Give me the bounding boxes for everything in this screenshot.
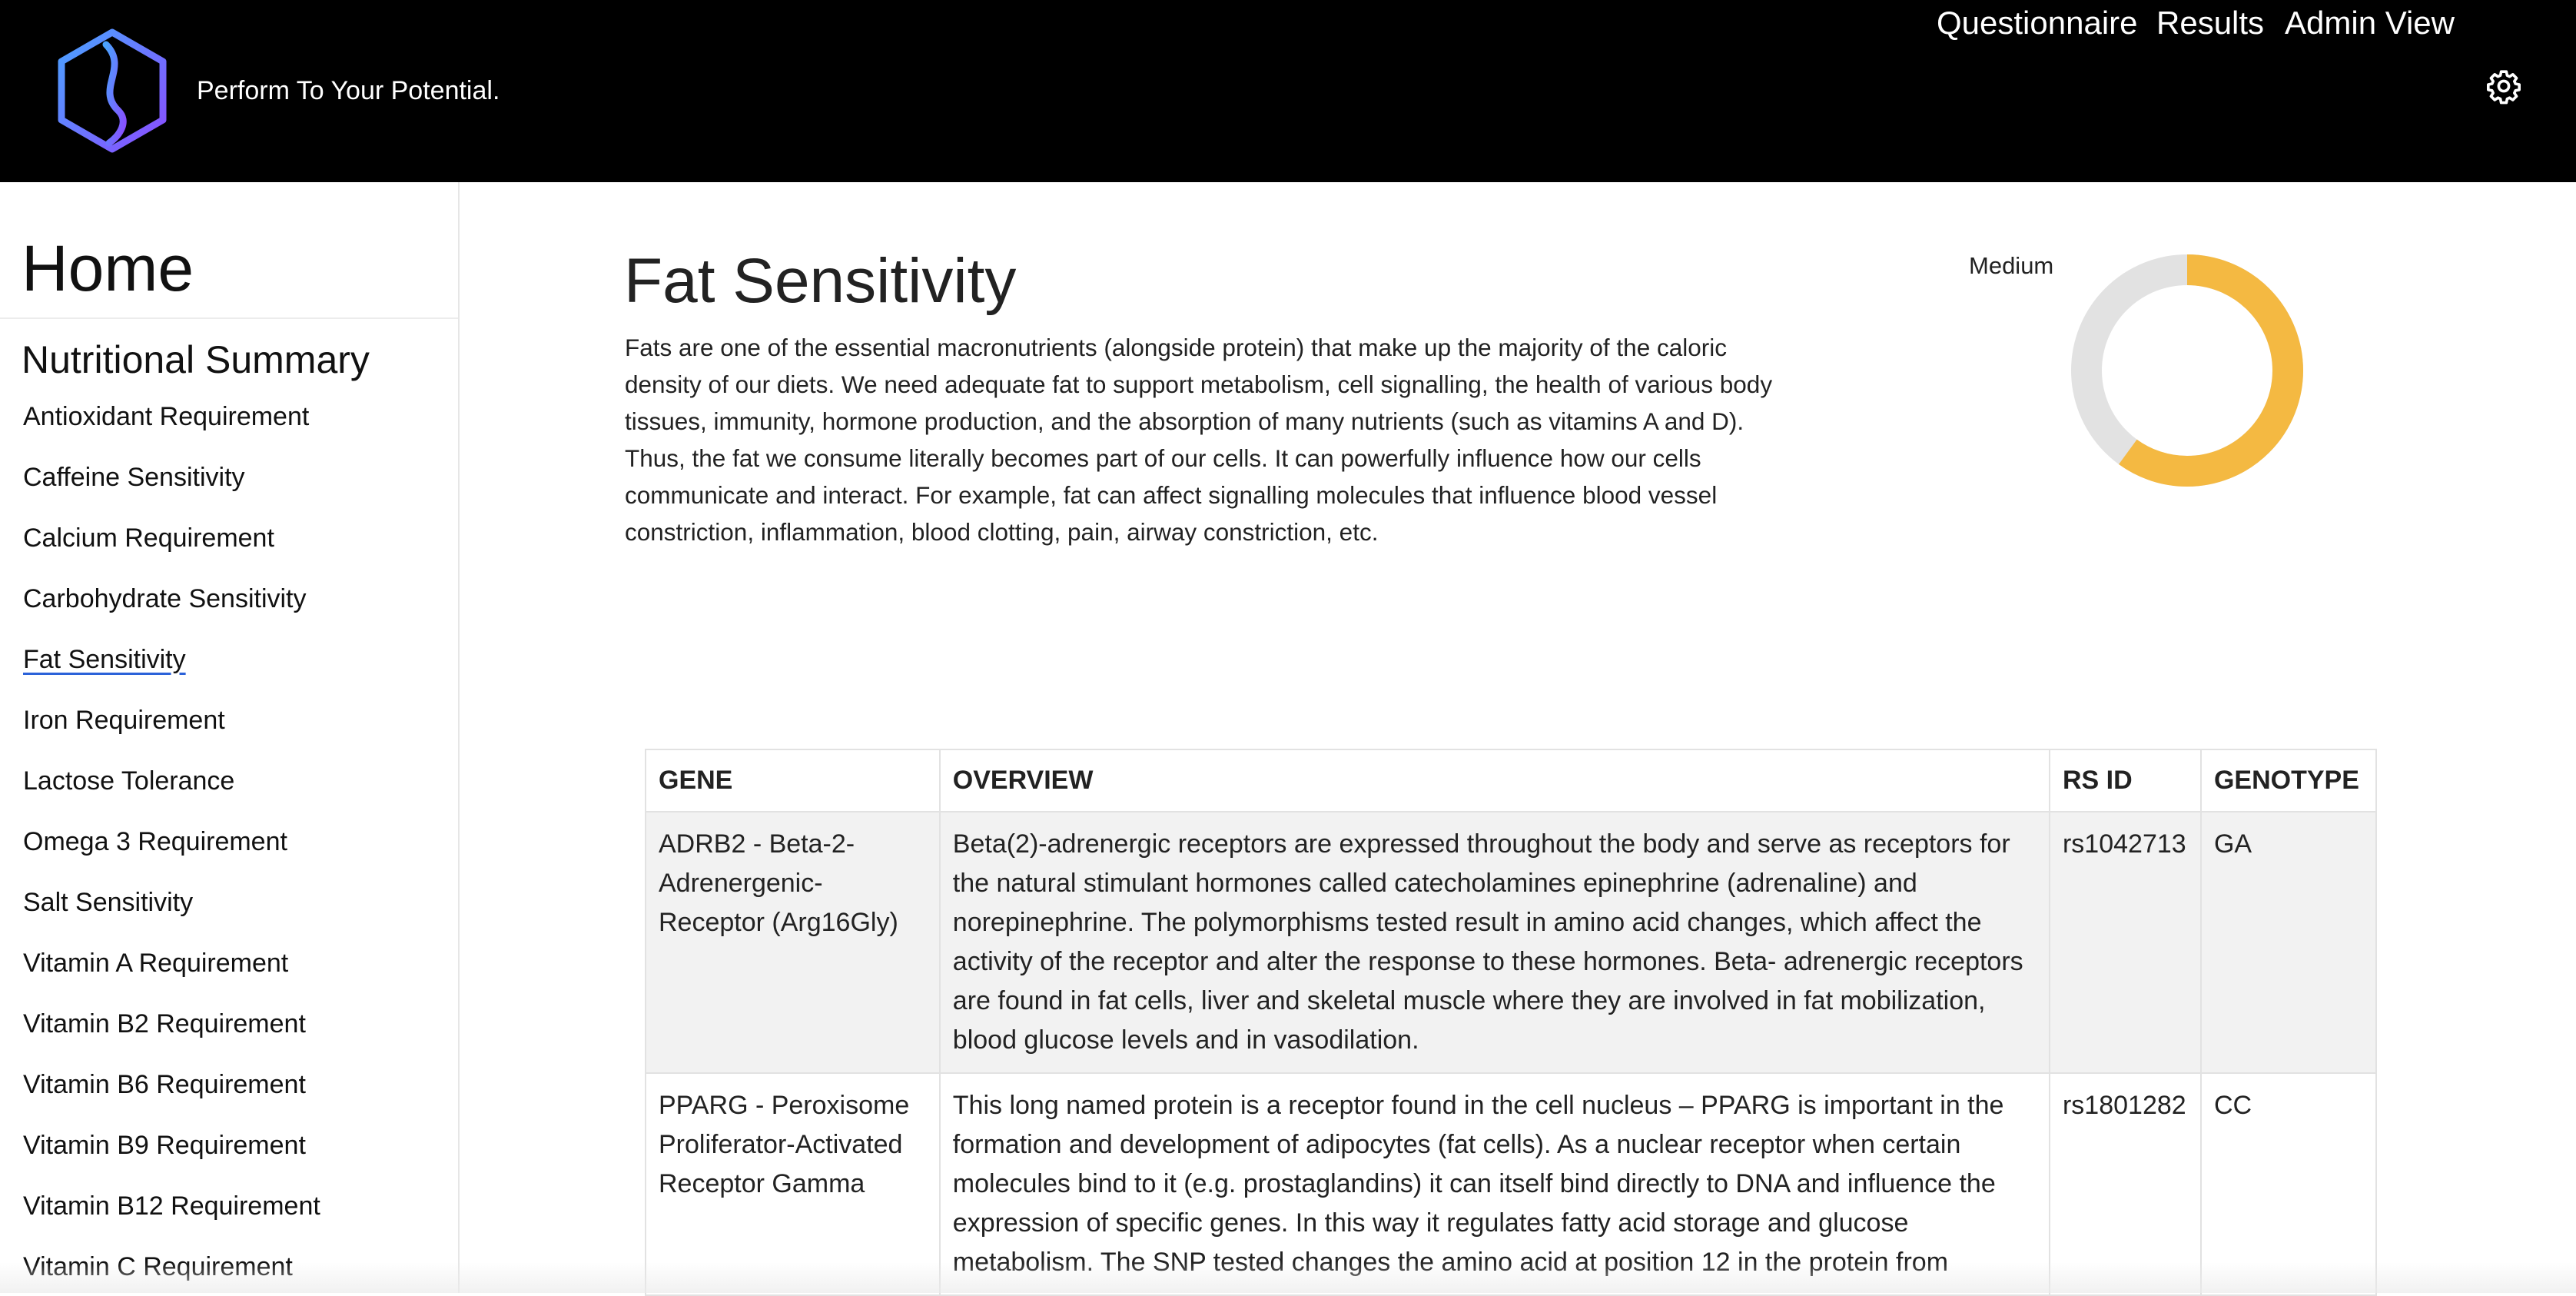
dna-hexagon-logo-icon[interactable] [55, 28, 169, 154]
nav-admin-view[interactable]: Admin View [2285, 0, 2455, 46]
score-donut-chart [2071, 254, 2303, 487]
sidebar-item-caffeine-sensitivity[interactable]: Caffeine Sensitivity [23, 458, 320, 519]
cell-genotype: GA [2199, 811, 2378, 1074]
column-header-gene: GENE [645, 749, 941, 812]
sidebar-item-label: Vitamin C Requirement [23, 1252, 293, 1281]
sidebar-item-label: Calcium Requirement [23, 523, 274, 553]
top-navbar: Perform To Your Potential. Questionnaire… [0, 0, 2576, 182]
sidebar-item-omega-3-requirement[interactable]: Omega 3 Requirement [23, 822, 320, 883]
sidebar-item-fat-sensitivity[interactable]: Fat Sensitivity [23, 640, 320, 701]
sidebar-divider [0, 317, 458, 319]
cell-gene: PPARG - Peroxisome Proliferator-Activate… [645, 1072, 941, 1296]
sidebar-item-label: Antioxidant Requirement [23, 402, 310, 431]
nav-results[interactable]: Results [2156, 0, 2264, 46]
sidebar-section-nutritional-summary[interactable]: Nutritional Summary [22, 333, 370, 387]
sidebar-item-carbohydrate-sensitivity[interactable]: Carbohydrate Sensitivity [23, 580, 320, 640]
column-header-overview: OVERVIEW [938, 749, 2050, 812]
sidebar-item-salt-sensitivity[interactable]: Salt Sensitivity [23, 883, 320, 944]
sidebar-item-vitamin-b9-requirement[interactable]: Vitamin B9 Requirement [23, 1126, 320, 1187]
sidebar-item-label: Vitamin B12 Requirement [23, 1191, 320, 1221]
sidebar-item-vitamin-c-requirement[interactable]: Vitamin C Requirement [23, 1248, 320, 1293]
sidebar-item-label: Iron Requirement [23, 706, 225, 735]
sidebar-item-label: Carbohydrate Sensitivity [23, 584, 307, 613]
tagline: Perform To Your Potential. [197, 76, 500, 105]
sidebar: Home Nutritional Summary Antioxidant Req… [0, 182, 460, 1293]
cell-gene: ADRB2 - Beta-2-Adrenergenic-Receptor (Ar… [645, 811, 941, 1074]
sidebar-item-vitamin-b6-requirement[interactable]: Vitamin B6 Requirement [23, 1065, 320, 1126]
sidebar-home-link[interactable]: Home [22, 230, 194, 307]
sidebar-item-label: Fat Sensitivity [23, 645, 186, 674]
sidebar-item-antioxidant-requirement[interactable]: Antioxidant Requirement [23, 397, 320, 458]
page-title: Fat Sensitivity [624, 246, 1017, 316]
sidebar-item-label: Vitamin B6 Requirement [23, 1070, 306, 1099]
cell-rs-id: rs1801282 [2048, 1072, 2202, 1296]
sidebar-item-calcium-requirement[interactable]: Calcium Requirement [23, 519, 320, 580]
page-description: Fats are one of the essential macronutri… [625, 334, 1773, 546]
table-row: ADRB2 - Beta-2-Adrenergenic-Receptor (Ar… [645, 811, 2378, 1074]
sidebar-item-vitamin-b2-requirement[interactable]: Vitamin B2 Requirement [23, 1005, 320, 1065]
cell-genotype: CC [2199, 1072, 2378, 1296]
sidebar-item-lactose-tolerance[interactable]: Lactose Tolerance [23, 762, 320, 822]
cell-rs-id: rs1042713 [2048, 811, 2202, 1074]
table-row: PPARG - Peroxisome Proliferator-Activate… [645, 1072, 2378, 1296]
sidebar-item-iron-requirement[interactable]: Iron Requirement [23, 701, 320, 762]
sidebar-item-list: Antioxidant Requirement Caffeine Sensiti… [23, 397, 320, 1293]
sidebar-item-label: Vitamin A Requirement [23, 949, 289, 978]
sidebar-item-vitamin-b12-requirement[interactable]: Vitamin B12 Requirement [23, 1187, 320, 1248]
sidebar-item-vitamin-a-requirement[interactable]: Vitamin A Requirement [23, 944, 320, 1005]
cell-overview: Beta(2)-adrenergic receptors are express… [938, 811, 2050, 1074]
sidebar-item-label: Omega 3 Requirement [23, 827, 287, 856]
score-level-label: Medium [1969, 252, 2054, 279]
table-header-row: GENE OVERVIEW RS ID GENOTYPE [645, 749, 2378, 812]
sidebar-item-label: Lactose Tolerance [23, 766, 235, 796]
gene-table: GENE OVERVIEW RS ID GENOTYPE ADRB2 - Bet… [645, 749, 2378, 1296]
cell-overview: This long named protein is a receptor fo… [938, 1072, 2050, 1296]
column-header-rs-id: RS ID [2048, 749, 2202, 812]
sidebar-item-label: Caffeine Sensitivity [23, 463, 245, 492]
gear-icon[interactable] [2485, 68, 2522, 105]
nav-questionnaire[interactable]: Questionnaire [1937, 0, 2138, 46]
sidebar-item-label: Vitamin B2 Requirement [23, 1009, 306, 1038]
column-header-genotype: GENOTYPE [2199, 749, 2378, 812]
sidebar-item-label: Vitamin B9 Requirement [23, 1131, 306, 1160]
sidebar-item-label: Salt Sensitivity [23, 888, 194, 917]
